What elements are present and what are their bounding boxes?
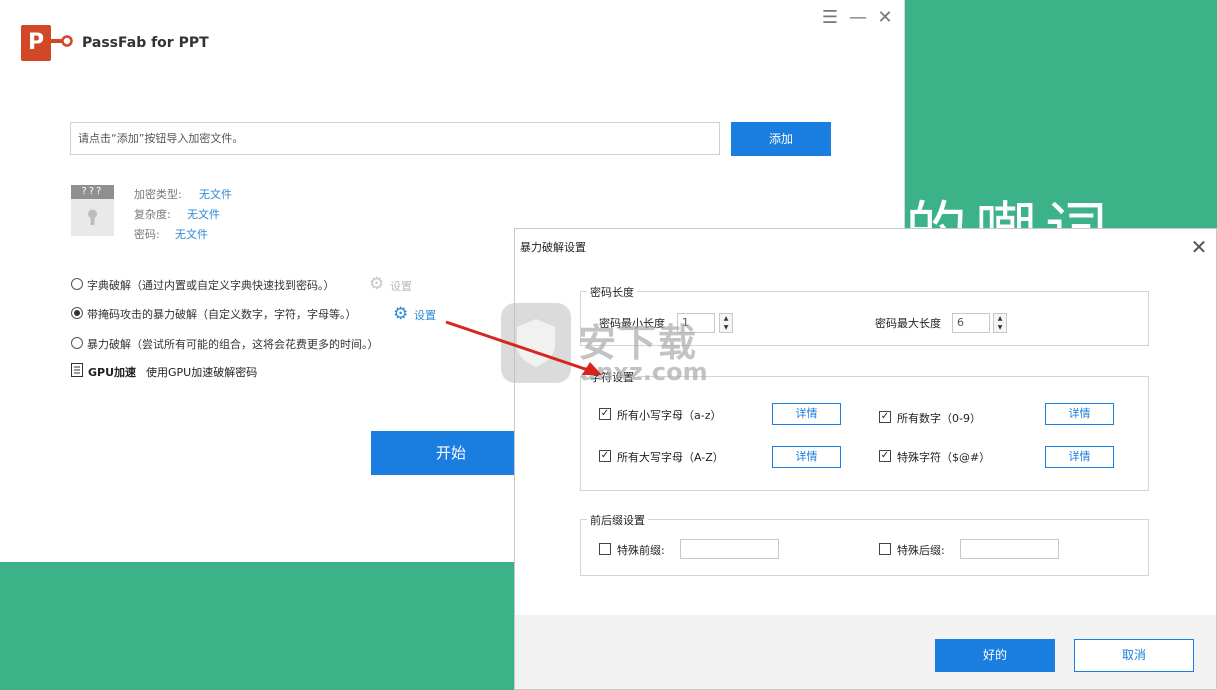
lowercase-checkbox[interactable]: ✓ xyxy=(599,408,611,420)
gpu-checkbox[interactable] xyxy=(71,363,83,377)
affix-group: 前后缀设置 特殊前缀: 特殊后缀: xyxy=(580,512,1149,576)
min-length-spinner[interactable]: ▲ ▼ xyxy=(719,313,733,333)
dictionary-settings-link[interactable]: 设置 xyxy=(390,278,412,294)
gear-icon[interactable]: ⚙ xyxy=(393,306,408,323)
add-file-button[interactable]: 添加 xyxy=(731,122,831,156)
complexity-label: 复杂度: xyxy=(134,208,171,221)
password-label: 密码: xyxy=(134,228,160,241)
digits-label: 所有数字（0-9） xyxy=(897,412,981,425)
gear-icon: ⚙ xyxy=(369,274,385,294)
suffix-label: 特殊后缀: xyxy=(897,544,945,557)
special-chars-label: 特殊字符（$@#） xyxy=(897,451,991,464)
suffix-checkbox[interactable] xyxy=(879,543,891,555)
brute-force-settings-dialog: 暴力破解设置 ✕ 密码长度 密码最小长度 1 ▲ ▼ 密码最大长度 6 ▲ ▼ 字符… xyxy=(514,228,1217,690)
dictionary-attack-radio[interactable] xyxy=(71,278,83,290)
special-chars-detail-button[interactable]: 详情 xyxy=(1045,446,1114,468)
charset-group: 字符设置 ✓ 所有小写字母（a-z） 详情 ✓ 所有数字（0-9） 详情 ✓ 所… xyxy=(580,369,1149,491)
complexity-value: 无文件 xyxy=(187,208,220,221)
max-length-spinner[interactable]: ▲ ▼ xyxy=(993,313,1007,333)
app-title: PassFab for PPT xyxy=(82,35,209,51)
uppercase-detail-button[interactable]: 详情 xyxy=(772,446,841,468)
uppercase-label: 所有大写字母（A-Z） xyxy=(617,451,724,464)
prefix-checkbox[interactable] xyxy=(599,543,611,555)
encrypt-type-label: 加密类型: xyxy=(134,188,182,201)
digits-detail-button[interactable]: 详情 xyxy=(1045,403,1114,425)
gpu-label: GPU加速 xyxy=(88,366,137,379)
suffix-input[interactable] xyxy=(960,539,1059,559)
ok-button[interactable]: 好的 xyxy=(935,639,1055,672)
mask-settings-link[interactable]: 设置 xyxy=(414,307,436,323)
special-chars-checkbox[interactable]: ✓ xyxy=(879,450,891,462)
lowercase-label: 所有小写字母（a-z） xyxy=(617,409,722,422)
cancel-button[interactable]: 取消 xyxy=(1074,639,1194,672)
close-icon[interactable]: ✕ xyxy=(1189,235,1209,259)
mask-attack-label: 带掩码攻击的暴力破解（自定义数字，字符，字母等。） xyxy=(87,308,357,321)
lock-icon xyxy=(88,209,97,225)
prefix-label: 特殊前缀: xyxy=(617,544,665,557)
minimize-button[interactable]: — xyxy=(846,8,870,28)
digits-checkbox[interactable]: ✓ xyxy=(879,411,891,423)
max-length-input[interactable]: 6 xyxy=(952,313,990,333)
key-icon xyxy=(51,35,73,47)
password-value: 无文件 xyxy=(175,228,208,241)
mask-attack-radio[interactable] xyxy=(71,307,83,319)
prefix-input[interactable] xyxy=(680,539,779,559)
menu-icon[interactable]: ☰ xyxy=(818,8,842,28)
file-path-input[interactable]: 请点击“添加”按钮导入加密文件。 xyxy=(70,122,720,155)
app-logo: P xyxy=(21,25,51,61)
thumbnail-label: ??? xyxy=(71,185,114,199)
uppercase-checkbox[interactable]: ✓ xyxy=(599,450,611,462)
file-thumbnail: ??? xyxy=(71,185,114,236)
lowercase-detail-button[interactable]: 详情 xyxy=(772,403,841,425)
brute-force-label: 暴力破解（尝试所有可能的组合，这将会花费更多的时间。） xyxy=(87,338,379,351)
dictionary-attack-label: 字典破解（通过内置或自定义字典快速找到密码。） xyxy=(87,279,335,292)
max-length-label: 密码最大长度 xyxy=(875,317,941,330)
brute-force-radio[interactable] xyxy=(71,337,83,349)
dialog-title: 暴力破解设置 xyxy=(520,241,586,254)
encrypt-type-value: 无文件 xyxy=(199,188,232,201)
affix-legend: 前后缀设置 xyxy=(587,512,648,528)
close-button[interactable]: ✕ xyxy=(873,8,897,28)
dialog-titlebar: 暴力破解设置 ✕ xyxy=(515,229,1216,263)
start-button[interactable]: 开始 xyxy=(371,431,531,475)
password-length-legend: 密码长度 xyxy=(587,284,637,300)
gpu-description: 使用GPU加速破解密码 xyxy=(146,366,258,379)
annotation-arrow-icon xyxy=(445,320,602,375)
